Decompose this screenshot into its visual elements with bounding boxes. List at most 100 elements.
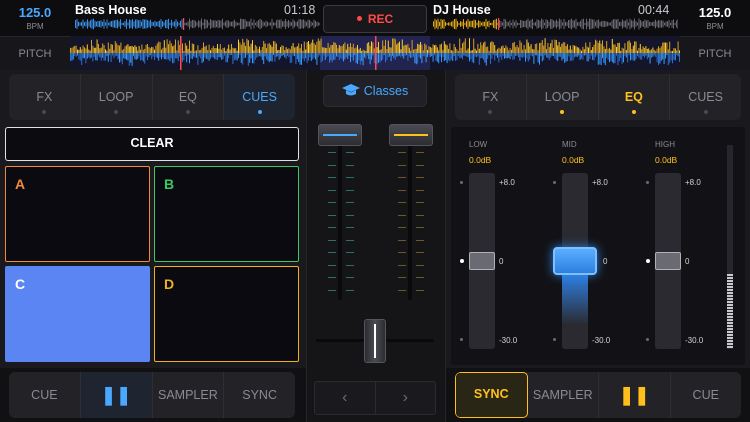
nav-prev-button[interactable]: ‹: [315, 382, 376, 414]
left-pitch-button[interactable]: PITCH: [0, 36, 70, 70]
fader-tick: [346, 164, 354, 166]
left-bpm-unit: BPM: [26, 22, 44, 31]
eq-high-label: HIGH: [655, 140, 675, 149]
eq-high-slider-handle[interactable]: [655, 252, 681, 270]
left-pause-button[interactable]: ❚❚: [80, 372, 153, 418]
right-overview-waveform[interactable]: [433, 18, 678, 30]
mixer-panel: [306, 70, 446, 422]
left-tab-eq-indicator: [185, 110, 190, 114]
right-channel-fader-handle[interactable]: [389, 124, 433, 146]
left-bpm-value: 125.0: [18, 5, 52, 20]
eq-high-zero-dot: [646, 259, 650, 263]
right-tab-loop-indicator: [560, 110, 565, 114]
right-sampler-button[interactable]: SAMPLER: [528, 372, 599, 418]
cue-pad-b-label: B: [164, 176, 175, 192]
eq-high-min-mark: -30.0: [685, 336, 704, 345]
fader-tick: [346, 202, 354, 203]
left-cue-button[interactable]: CUE: [9, 372, 81, 418]
eq-high-zero-mark: 0: [685, 257, 690, 266]
fader-tick: [398, 214, 406, 216]
right-tab-loop[interactable]: LOOP: [527, 74, 599, 120]
right-tab-fx-indicator: [488, 110, 493, 114]
left-sampler-button[interactable]: SAMPLER: [153, 372, 225, 418]
left-track-time: 01:18: [284, 3, 316, 17]
fader-tick: [398, 252, 406, 253]
fader-tick: [346, 252, 354, 253]
record-button[interactable]: REC: [323, 5, 427, 33]
left-transport-bar: CUE ❚❚ SAMPLER SYNC: [9, 372, 295, 418]
fader-tick: [398, 177, 406, 178]
right-tab-cues[interactable]: CUES: [670, 74, 741, 120]
right-channel-fader-track[interactable]: [408, 125, 412, 300]
cue-pad-d-label: D: [164, 276, 175, 292]
main-waveform[interactable]: [70, 36, 680, 70]
eq-high-value: 0.0dB: [655, 155, 678, 165]
eq-mid-glow: [562, 275, 588, 325]
eq-mid-label: MID: [562, 140, 577, 149]
right-pitch-button[interactable]: PITCH: [680, 36, 750, 70]
right-tab-cues-label: CUES: [688, 90, 723, 104]
eq-low-zero-mark: 0: [499, 257, 504, 266]
eq-mid-slider-handle[interactable]: [553, 247, 597, 275]
right-track-title: DJ House: [433, 3, 491, 17]
right-track-time: 00:44: [638, 3, 670, 17]
eq-low-max-mark: +8.0: [499, 178, 515, 187]
cue-pad-b[interactable]: B: [154, 166, 299, 262]
fader-tick: [346, 152, 354, 153]
classes-button[interactable]: Classes: [323, 75, 427, 107]
eq-mid-min-dot: [553, 338, 556, 341]
right-transport-bar: SYNC SAMPLER ❚❚ CUE: [455, 372, 741, 418]
eq-low-label: LOW: [469, 140, 488, 149]
right-bpm-value: 125.0: [698, 5, 732, 20]
right-bpm-display[interactable]: 125.0 BPM: [680, 0, 750, 36]
fader-tick: [398, 189, 406, 191]
cue-pad-d[interactable]: D: [154, 266, 299, 362]
right-tab-eq[interactable]: EQ: [599, 74, 671, 120]
left-fader-line: [323, 134, 357, 136]
right-sync-button[interactable]: SYNC: [455, 372, 528, 418]
left-tab-cues[interactable]: CUES: [224, 74, 295, 120]
cue-pad-c[interactable]: C: [5, 266, 150, 362]
fader-tick: [328, 177, 336, 178]
cue-pad-a[interactable]: A: [5, 166, 150, 262]
graduation-cap-icon: [341, 84, 360, 96]
crossfader-handle[interactable]: [364, 319, 386, 363]
fader-tick: [346, 289, 354, 291]
left-channel-fader-handle[interactable]: [318, 124, 362, 146]
fader-tick: [398, 164, 406, 166]
right-cue-button[interactable]: CUE: [671, 372, 742, 418]
fader-tick: [416, 214, 424, 216]
fader-tick: [328, 277, 336, 278]
left-tab-loop[interactable]: LOOP: [81, 74, 153, 120]
left-tab-eq[interactable]: EQ: [153, 74, 225, 120]
cue-pad-a-label: A: [15, 176, 26, 192]
right-tab-fx-label: FX: [482, 90, 499, 104]
right-tab-fx[interactable]: FX: [455, 74, 527, 120]
eq-mid-min-mark: -30.0: [592, 336, 611, 345]
fader-tick: [328, 227, 336, 228]
left-tab-fx[interactable]: FX: [9, 74, 81, 120]
fader-tick: [416, 252, 424, 253]
left-tab-cues-label: CUES: [242, 90, 277, 104]
left-channel-fader-track[interactable]: [338, 125, 342, 300]
left-sync-button[interactable]: SYNC: [224, 372, 295, 418]
fader-tick: [398, 277, 406, 278]
right-tab-eq-label: EQ: [624, 90, 643, 104]
fader-tick: [346, 239, 354, 241]
eq-mid-value: 0.0dB: [562, 155, 585, 165]
right-pause-button[interactable]: ❚❚: [599, 372, 671, 418]
fader-tick: [416, 264, 424, 266]
eq-low-slider-handle[interactable]: [469, 252, 495, 270]
left-tab-fx-label: FX: [36, 90, 53, 104]
fader-tick: [416, 202, 424, 203]
nav-next-button[interactable]: ›: [375, 382, 435, 414]
left-overview-waveform[interactable]: [75, 18, 320, 30]
right-bpm-unit: BPM: [706, 22, 724, 31]
clear-cues-button[interactable]: CLEAR: [5, 127, 299, 161]
level-meter-fill: [727, 273, 733, 349]
fader-tick: [398, 152, 406, 153]
left-tab-loop-label: LOOP: [98, 90, 134, 104]
left-bpm-display[interactable]: 125.0 BPM: [0, 0, 70, 36]
eq-low-max-dot: [460, 181, 463, 184]
fader-tick: [416, 277, 424, 278]
